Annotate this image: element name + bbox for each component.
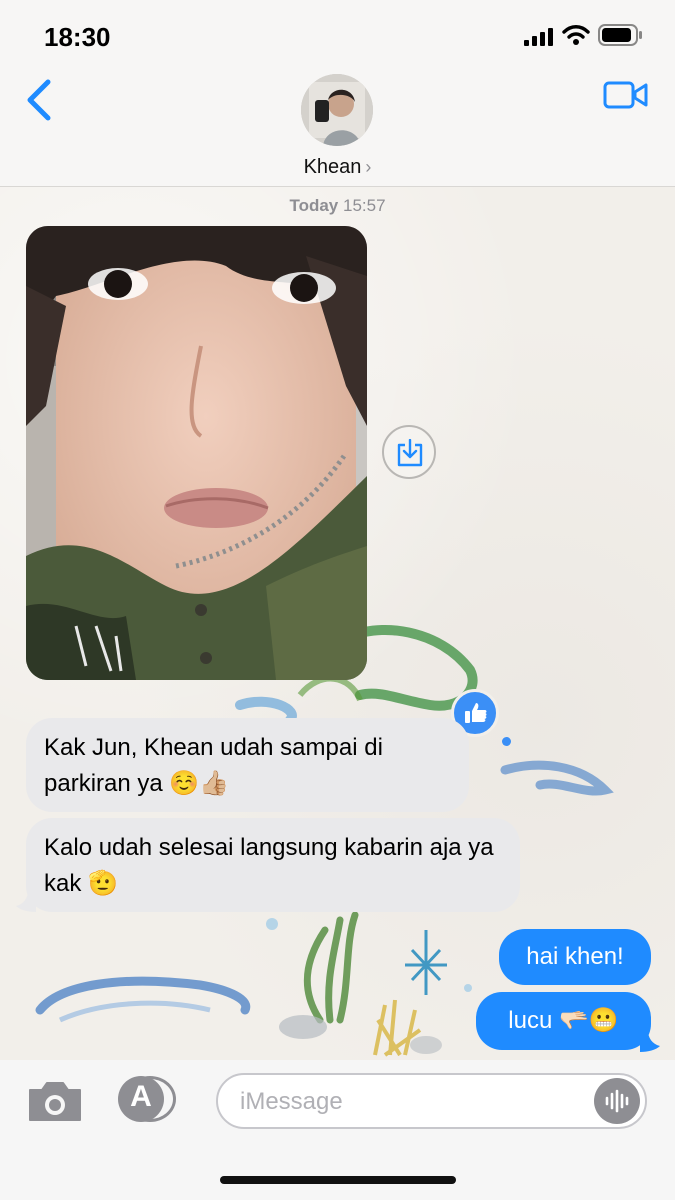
tapback-dot: [502, 737, 511, 746]
message-text: Kalo udah selesai langsung kabarin aja y…: [44, 834, 494, 897]
message-text: Kak Jun, Khean udah sampai di parkiran y…: [44, 734, 383, 797]
app-store-icon: A: [130, 1080, 152, 1113]
bubble-tail-icon: [640, 1030, 660, 1052]
wifi-icon: [562, 25, 590, 45]
outgoing-message-bubble[interactable]: hai khen!: [499, 929, 651, 985]
photo-message[interactable]: [26, 226, 367, 680]
message-text: hai khen!: [526, 943, 624, 970]
waveform-icon: [605, 1089, 629, 1113]
download-icon: [397, 439, 423, 467]
contact-avatar[interactable]: [301, 74, 373, 146]
app-store-button[interactable]: A: [118, 1076, 164, 1122]
cellular-signal-icon: [524, 28, 553, 46]
avatar-portrait-icon: [301, 74, 373, 146]
message-timestamp: Today 15:57: [0, 196, 675, 216]
outgoing-message-bubble[interactable]: lucu 🫳🏻😬: [476, 992, 651, 1050]
home-indicator: [220, 1176, 456, 1184]
message-input[interactable]: [238, 1085, 582, 1119]
message-input-field[interactable]: [216, 1073, 647, 1129]
bubble-tail-icon: [16, 890, 36, 912]
timestamp-time: 15:57: [343, 196, 386, 215]
video-call-icon[interactable]: [603, 80, 649, 110]
thumbs-up-icon: [465, 703, 487, 723]
contact-name-button[interactable]: Khean ›: [0, 156, 675, 179]
save-photo-button[interactable]: [382, 425, 436, 479]
audio-message-button[interactable]: [594, 1078, 640, 1124]
contact-name: Khean: [303, 156, 362, 178]
back-chevron-icon[interactable]: [24, 78, 54, 122]
selfie-photo: [26, 226, 367, 680]
message-text: lucu 🫳🏻😬: [508, 1007, 619, 1034]
status-time: 18:30: [44, 22, 111, 52]
camera-icon[interactable]: [26, 1078, 84, 1124]
status-bar: 18:30: [0, 0, 675, 70]
chevron-right-icon: ›: [365, 157, 372, 177]
incoming-message-bubble[interactable]: Kalo udah selesai langsung kabarin aja y…: [26, 818, 520, 912]
incoming-message-bubble[interactable]: Kak Jun, Khean udah sampai di parkiran y…: [26, 718, 469, 812]
timestamp-day: Today: [289, 196, 339, 215]
battery-icon: [598, 24, 642, 46]
